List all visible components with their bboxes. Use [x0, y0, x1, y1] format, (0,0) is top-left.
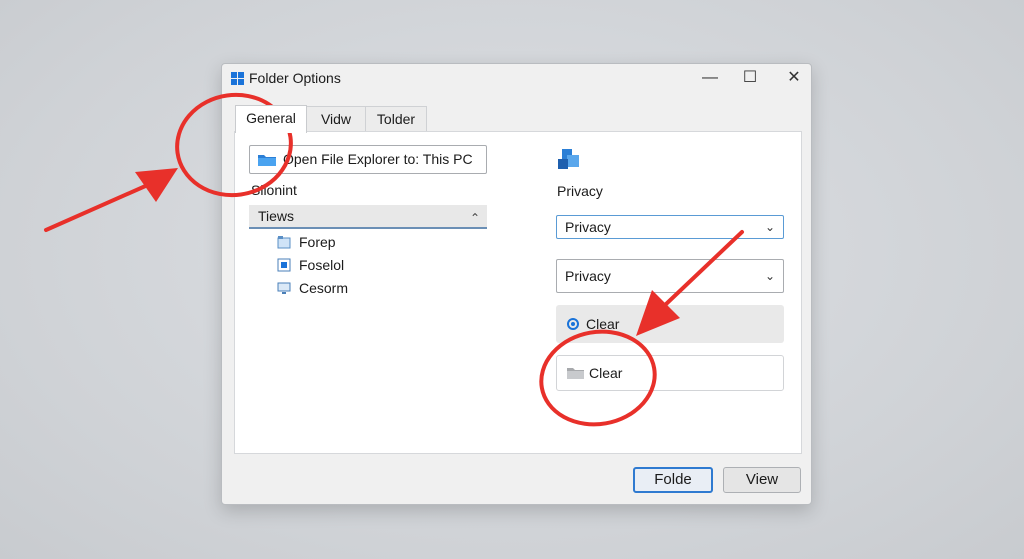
folder-icon	[567, 368, 584, 379]
folder-icon	[277, 236, 291, 249]
privacy-select-secondary[interactable]: Privacy ⌄	[556, 259, 784, 293]
chevron-down-icon: ⌄	[764, 269, 775, 283]
tree-item-label: Forep	[299, 234, 336, 250]
window-title: Folder Options	[249, 70, 341, 86]
open-file-explorer-dropdown[interactable]: Open File Explorer to: This PC	[249, 145, 487, 174]
maximize-button[interactable]: ☐	[730, 64, 770, 94]
tab-folder[interactable]: Tolder	[365, 106, 427, 132]
tree-item-label: Cesorm	[299, 280, 349, 296]
tab-content-panel: Open File Explorer to: This PC Silonint …	[234, 131, 802, 454]
chevron-down-icon: ⌄	[764, 220, 775, 234]
privacy-select-primary-value: Privacy	[565, 219, 611, 235]
open-file-explorer-label: Open File Explorer to: This PC	[283, 151, 473, 167]
privacy-icon	[558, 149, 579, 169]
tree-item[interactable]: Forep	[277, 232, 336, 252]
tree-item-label: Foselol	[299, 257, 345, 273]
tab-general[interactable]: General	[235, 105, 307, 133]
radio-icon[interactable]	[567, 318, 579, 330]
windows-logo-icon	[231, 72, 244, 85]
close-button[interactable]: ✕	[774, 64, 814, 94]
privacy-select-secondary-value: Privacy	[565, 268, 611, 284]
section-label: Silonint	[251, 182, 297, 198]
clear-radio-option[interactable]: Clear	[556, 305, 784, 343]
clear-button-label: Clear	[589, 365, 623, 381]
folder-options-dialog: Folder Options — ☐ ✕ General Vidw Tolder…	[221, 63, 812, 505]
minimize-button[interactable]: —	[690, 64, 730, 94]
annotation-arrow-line	[44, 182, 152, 232]
tab-view[interactable]: Vidw	[306, 106, 366, 132]
privacy-select-primary[interactable]: Privacy ⌄	[556, 215, 784, 239]
annotation-arrowhead	[135, 168, 178, 202]
tree-item[interactable]: Cesorm	[277, 278, 348, 298]
tree-header[interactable]: Tiews ⌃	[249, 205, 487, 229]
clear-radio-label: Clear	[586, 316, 620, 332]
privacy-heading: Privacy	[557, 183, 603, 199]
folder-icon	[258, 155, 276, 166]
tree-item[interactable]: Foselol	[277, 255, 344, 275]
chevron-up-icon[interactable]: ⌃	[470, 207, 480, 229]
tree-header-label: Tiews	[258, 208, 295, 224]
monitor-icon	[277, 282, 291, 294]
clear-button[interactable]: Clear	[556, 355, 784, 391]
square-icon	[277, 258, 291, 272]
view-button[interactable]: View	[723, 467, 801, 493]
title-bar: Folder Options — ☐ ✕	[222, 64, 811, 94]
folder-button[interactable]: Folde	[633, 467, 713, 493]
